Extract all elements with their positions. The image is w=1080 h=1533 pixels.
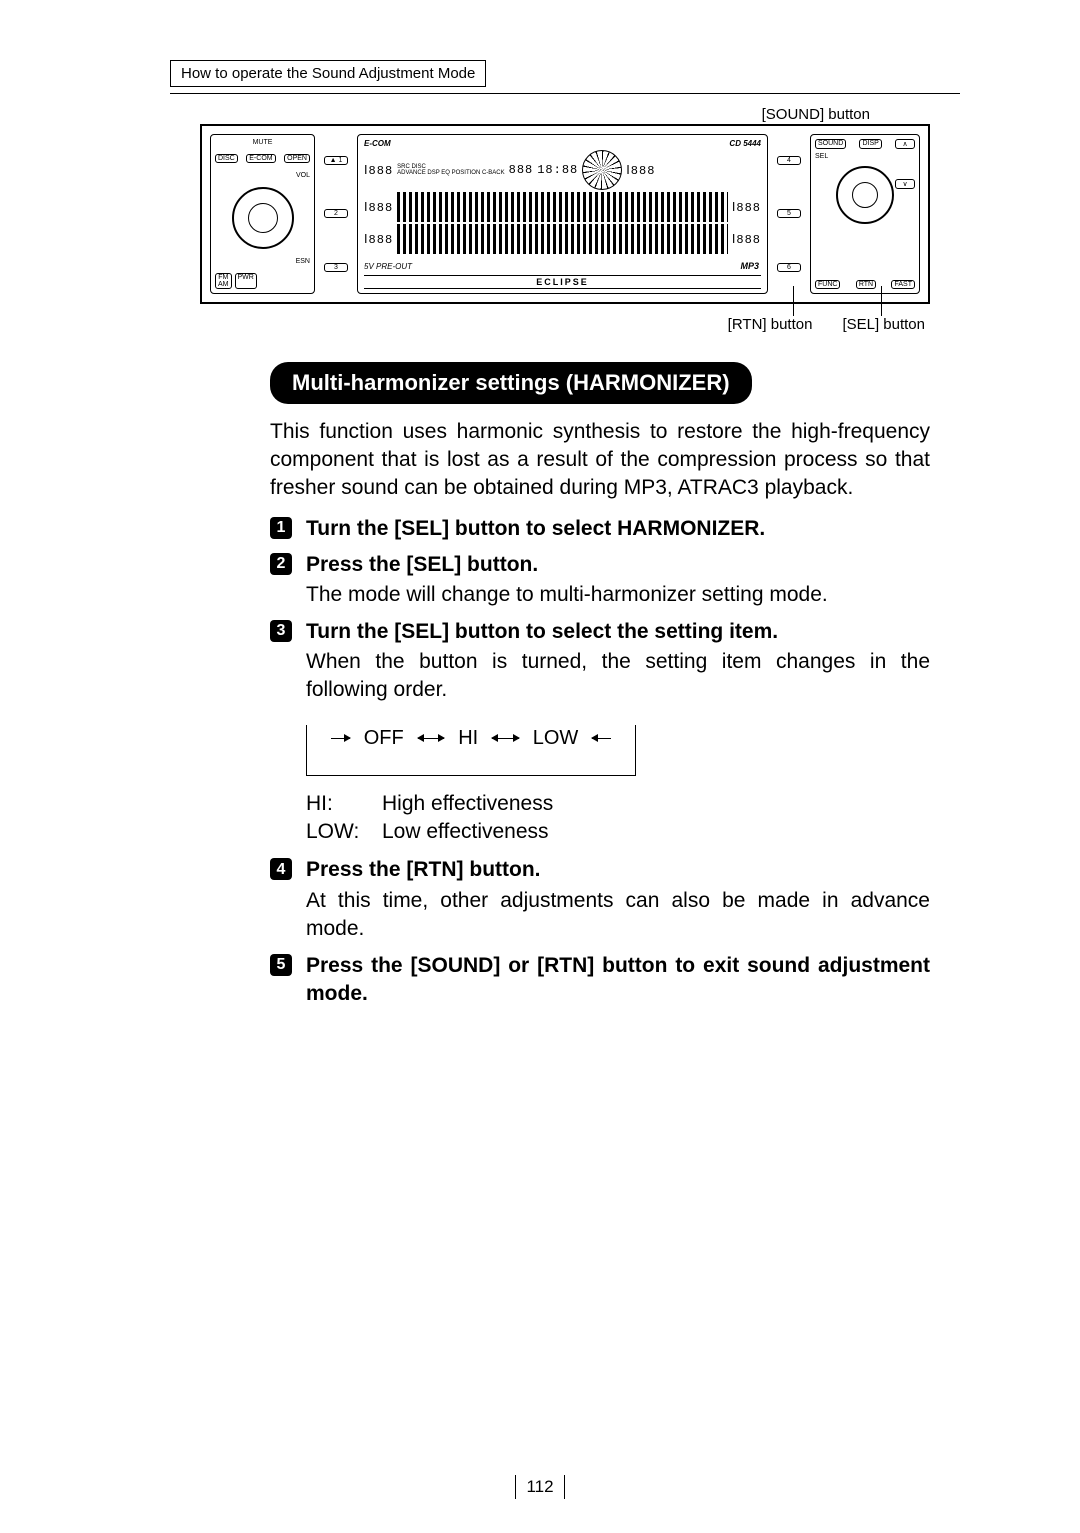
double-arrow-icon [492,738,519,739]
preset-2[interactable]: 2 [324,209,348,218]
step-3-title: Turn the [SEL] button to select the sett… [306,620,778,643]
eclipse-brand: ECLIPSE [364,275,761,289]
eff-low-key: LOW: [306,818,366,846]
step-4-body: At this time, other adjustments can also… [306,887,930,944]
step-1: 1 Turn the [SEL] button to select HARMON… [270,515,930,543]
step-2-body: The mode will change to multi-harmonizer… [306,581,930,609]
step-5-title: Press the [SOUND] or [RTN] button to exi… [306,954,930,1005]
preset-1[interactable]: ▲ 1 [324,156,348,165]
esn-label: ESN [215,258,310,265]
intro-paragraph: This function uses harmonic synthesis to… [270,418,930,503]
left-control-panel: MUTE DISC E-COM OPEN VOL ESN FM AM PWR [210,134,315,294]
cycle-off: OFF [364,725,404,752]
step-3-number: 3 [270,620,292,642]
seg-d2: Ⅰ888 [732,200,761,215]
footer-divider [515,1475,516,1499]
step-2-title: Press the [SEL] button. [306,553,538,576]
spectrum-bars-1 [397,192,728,222]
eff-hi-val: High effectiveness [382,790,553,818]
seg-a: Ⅰ888 [364,163,393,178]
step-4: 4 Press the [RTN] button. At this time, … [270,856,930,943]
rtn-button[interactable]: RTN [856,280,876,289]
func-button[interactable]: FUNC [815,280,840,289]
fast-button[interactable]: FAST [891,280,915,289]
starburst-icon [582,150,622,190]
pwr-button[interactable]: PWR [235,273,257,289]
sel-dial[interactable] [836,166,894,224]
ecom-button[interactable]: E-COM [246,154,275,163]
cycle-return-path [306,753,636,776]
right-control-panel: SOUND DISP ∧ SEL FUNC RTN FAST ∨ [810,134,920,294]
rtn-button-label: [RTN] button [728,316,813,333]
double-arrow-icon [418,738,445,739]
am-label[interactable]: AM [218,281,229,288]
content: Multi-harmonizer settings (HARMONIZER) T… [270,362,930,1008]
ecom-brand: E-COM [364,139,391,148]
preset-col-left: ▲ 1 2 3 [321,134,351,294]
step-4-title: Press the [RTN] button. [306,858,541,881]
car-stereo-faceplate: MUTE DISC E-COM OPEN VOL ESN FM AM PWR [200,124,930,304]
eff-hi-key: HI: [306,790,366,818]
disp-button[interactable]: DISP [859,139,881,149]
preset-col-right: 4 5 6 [774,134,804,294]
header-tag: How to operate the Sound Adjustment Mode [170,60,486,87]
section-title: Multi-harmonizer settings (HARMONIZER) [270,362,752,404]
volume-dial[interactable] [232,187,294,249]
sel-button-label: [SEL] button [842,316,925,333]
page-footer: 112 [0,1475,1080,1499]
seek-down-button[interactable]: ∨ [895,179,915,189]
arrow-icon [331,738,350,739]
device-illustration: [SOUND] button MUTE DISC E-COM OPEN VOL … [200,124,930,344]
step-4-number: 4 [270,858,292,880]
cycle-diagram: OFF HI LOW [306,725,636,776]
seg-a2: Ⅰ888 [364,200,393,215]
cycle-low: LOW [533,725,579,752]
step-5-number: 5 [270,954,292,976]
sound-button-label: [SOUND] button [762,106,870,123]
step-2: 2 Press the [SEL] button. The mode will … [270,551,930,610]
seg-d3: Ⅰ888 [732,232,761,247]
mute-label: MUTE [215,139,310,146]
disc-button[interactable]: DISC [215,154,238,163]
preset-6[interactable]: 6 [777,263,801,272]
footer-divider [564,1475,565,1499]
bottom-leaders: [RTN] button [SEL] button [200,304,930,344]
seg-c: 18:88 [537,163,578,177]
step-3: 3 Turn the [SEL] button to select the se… [270,618,930,705]
fm-label[interactable]: FM [218,274,228,281]
open-button[interactable]: OPEN [284,154,310,163]
sel-leader-line [881,286,882,316]
step-1-number: 1 [270,517,292,539]
seg-b: 888 [509,163,534,177]
seg-a3: Ⅰ888 [364,232,393,247]
page-number: 112 [526,1477,553,1497]
preout-label: 5V PRE-OUT [364,262,412,271]
effectiveness-table: HI: High effectiveness LOW: Low effectiv… [306,790,930,847]
center-display-panel: E-COM CD 5444 Ⅰ888 SRC DISC ADVANCE DSP … [357,134,768,294]
step-5: 5 Press the [SOUND] or [RTN] button to e… [270,952,930,1009]
sel-label: SEL [815,153,915,160]
step-1-title: Turn the [SEL] button to select HARMONIZ… [306,517,765,540]
preset-3[interactable]: 3 [324,263,348,272]
seg-d: Ⅰ888 [626,163,655,178]
step-2-number: 2 [270,553,292,575]
arrow-icon [592,738,611,739]
eff-low-val: Low effectiveness [382,818,549,846]
model-number: CD 5444 [729,139,761,148]
header-rule: How to operate the Sound Adjustment Mode [170,60,960,94]
step-3-body: When the button is turned, the setting i… [306,648,930,705]
rtn-leader-line [793,286,794,316]
spectrum-bars-2 [397,224,728,254]
mp3-label: MP3 [740,261,759,271]
cycle-hi: HI [458,725,478,752]
seek-up-button[interactable]: ∧ [895,139,915,149]
preset-5[interactable]: 5 [777,209,801,218]
sound-button[interactable]: SOUND [815,139,846,149]
preset-4[interactable]: 4 [777,156,801,165]
manual-page: How to operate the Sound Adjustment Mode… [0,0,1080,1533]
mini-boxes: ADVANCE DSP EQ POSITION C-BACK [397,170,504,176]
vol-label: VOL [215,172,310,179]
